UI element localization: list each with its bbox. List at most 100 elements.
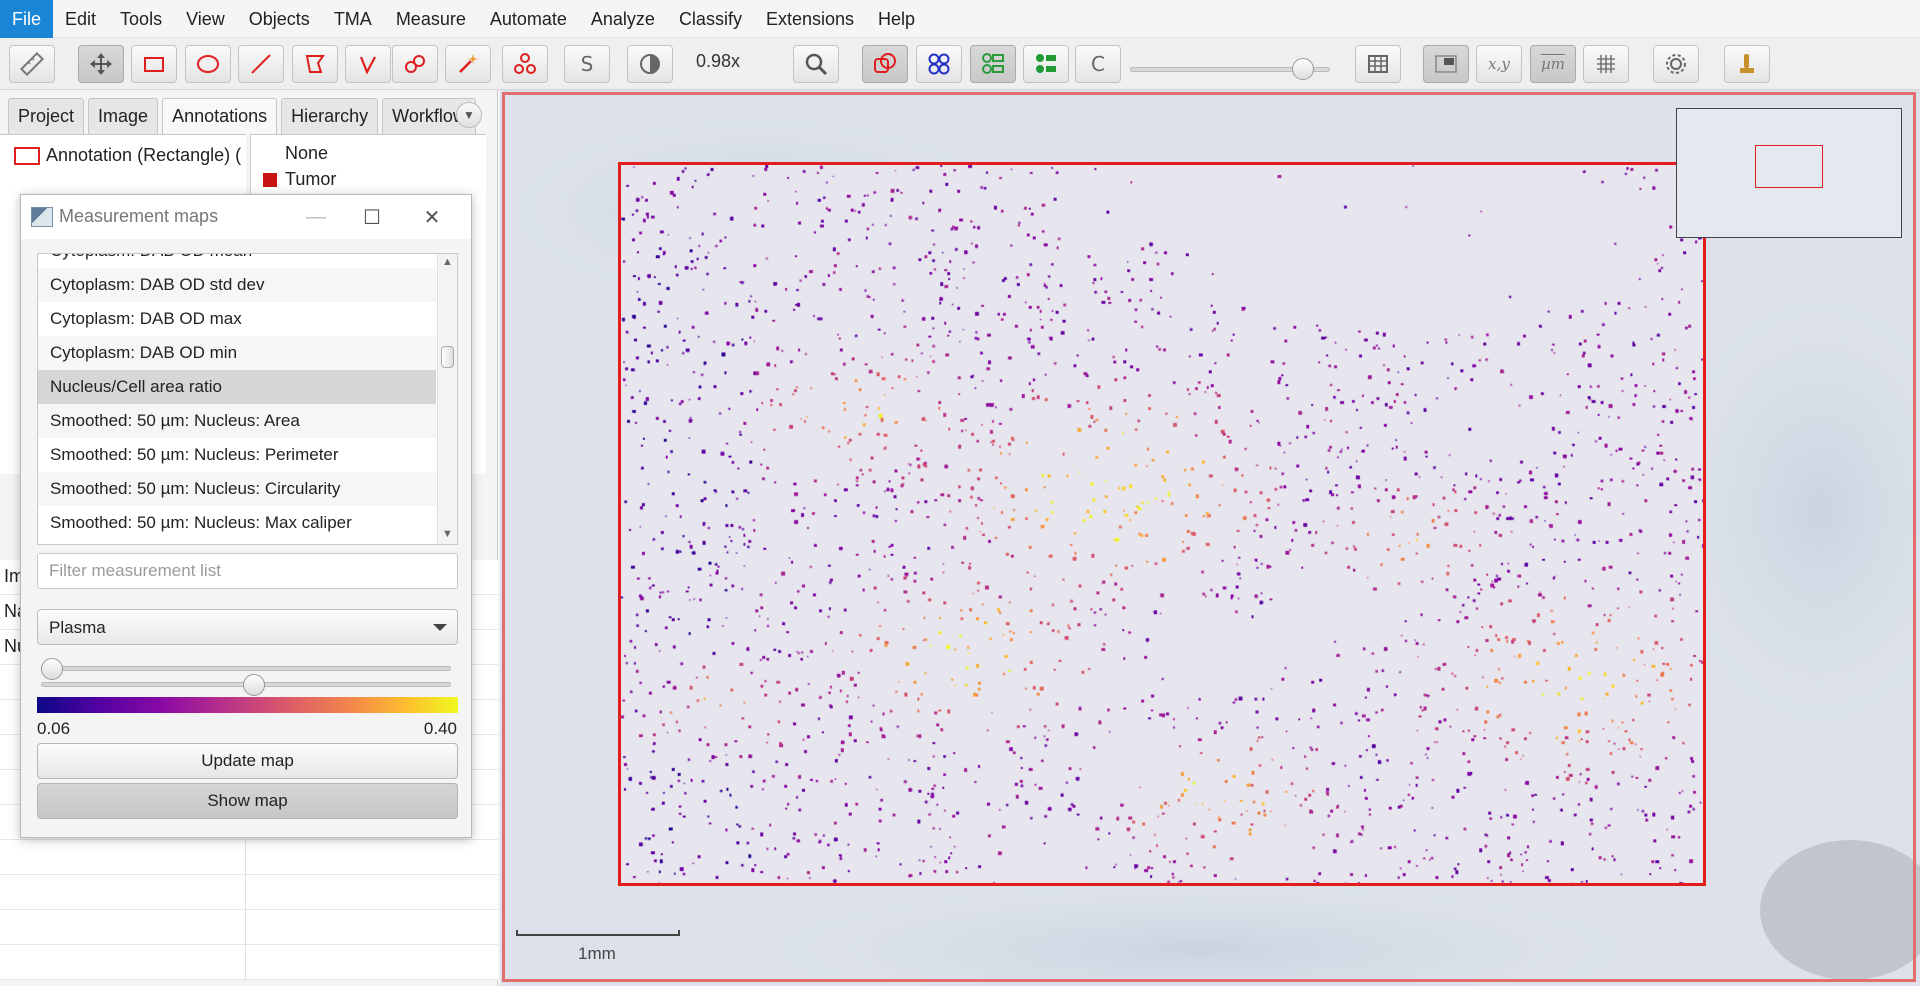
settings-button[interactable] <box>1653 45 1699 83</box>
zoom-level: 0.98x <box>696 51 741 71</box>
log-button[interactable] <box>1724 45 1770 83</box>
polyline-tool-button[interactable] <box>345 45 391 83</box>
scalebar-button[interactable]: µm <box>1530 45 1576 83</box>
list-item[interactable]: Smoothed: 50 µm: Nucleus: Max caliper <box>38 506 436 540</box>
table-row[interactable] <box>0 945 498 980</box>
update-map-button[interactable]: Update map <box>37 743 458 779</box>
list-item[interactable]: Smoothed: 50 µm: Nucleus: Circularity <box>38 472 436 506</box>
zoom-to-fit-button[interactable] <box>793 45 839 83</box>
wand-tool-button[interactable] <box>445 45 491 83</box>
show-connections-button[interactable]: C <box>1075 45 1121 83</box>
table-row[interactable] <box>0 875 498 910</box>
class-swatch <box>263 172 277 187</box>
minimize-button[interactable]: — <box>301 203 331 231</box>
tab-hierarchy[interactable]: Hierarchy <box>281 98 379 134</box>
scroll-up-icon[interactable]: ▲ <box>442 256 453 268</box>
class-item-none[interactable]: None <box>263 143 328 164</box>
tab-project[interactable]: Project <box>8 98 85 134</box>
grid-icon <box>1597 55 1615 73</box>
menu-tools[interactable]: Tools <box>108 0 174 38</box>
list-item-selected[interactable]: Nucleus/Cell area ratio <box>38 370 436 404</box>
max-value-slider[interactable] <box>41 673 451 697</box>
rectangle-tool-button[interactable] <box>131 45 177 83</box>
slider-thumb[interactable] <box>243 674 265 696</box>
list-item[interactable]: Smoothed: 50 µm: Nucleus: Perimeter <box>38 438 436 472</box>
fill-detections-button[interactable] <box>1023 45 1069 83</box>
menu-analyze[interactable]: Analyze <box>579 0 667 38</box>
opacity-slider[interactable] <box>1130 57 1332 83</box>
annotation-label: Annotation (Rectangle) ( <box>46 145 242 165</box>
ellipse-tool-button[interactable] <box>185 45 231 83</box>
tab-menu-button[interactable]: ▼ <box>456 102 482 128</box>
list-scrollbar[interactable]: ▲ ▼ <box>437 254 457 544</box>
menu-file[interactable]: File <box>0 0 54 38</box>
wand-icon <box>459 54 478 73</box>
menu-tma[interactable]: TMA <box>322 0 384 38</box>
annotation-rectangle[interactable] <box>618 162 1706 886</box>
viewport-indicator <box>1755 145 1823 188</box>
list-item[interactable]: Cytoplasm: DAB OD max <box>38 302 436 336</box>
tab-image[interactable]: Image <box>88 98 159 134</box>
annotation-list-item[interactable]: Annotation (Rectangle) ( <box>14 145 241 166</box>
menu-classify[interactable]: Classify <box>667 0 754 38</box>
chevron-down-icon <box>433 624 447 631</box>
menu-automate[interactable]: Automate <box>478 0 579 38</box>
ruler-button[interactable] <box>9 45 55 83</box>
rectangle-icon <box>144 57 164 72</box>
measurement-table-button[interactable] <box>1355 45 1401 83</box>
scalebar-label: 1mm <box>578 944 616 963</box>
maximize-icon: ☐ <box>363 206 381 229</box>
line-icon <box>251 54 271 74</box>
cursor-location-button[interactable]: x,y <box>1476 45 1522 83</box>
brush-tool-button[interactable] <box>392 45 438 83</box>
menu-edit[interactable]: Edit <box>53 0 108 38</box>
table-row[interactable] <box>0 910 498 945</box>
scrollbar-thumb[interactable] <box>441 346 454 368</box>
points-tool-button[interactable] <box>502 45 548 83</box>
menu-extensions[interactable]: Extensions <box>754 0 866 38</box>
tab-annotations[interactable]: Annotations <box>162 98 278 134</box>
scalebar-line <box>516 930 680 936</box>
class-item-tumor[interactable]: Tumor <box>263 169 336 190</box>
slider-track <box>41 666 451 671</box>
line-tool-button[interactable] <box>238 45 284 83</box>
brightness-contrast-button[interactable] <box>627 45 673 83</box>
minimize-icon: — <box>306 205 326 228</box>
show-annotations-button[interactable] <box>862 45 908 83</box>
measurement-list[interactable]: Cytoplasm: DAB OD mean Cytoplasm: DAB OD… <box>37 253 458 545</box>
filter-measurement-input[interactable] <box>37 553 458 589</box>
selection-mode-button[interactable]: S <box>564 45 610 83</box>
show-map-button[interactable]: Show map <box>37 783 458 819</box>
polygon-tool-button[interactable] <box>292 45 338 83</box>
show-detections-button[interactable] <box>970 45 1016 83</box>
slider-thumb[interactable] <box>1292 58 1314 80</box>
menu-objects[interactable]: Objects <box>237 0 322 38</box>
maximize-button[interactable]: ☐ <box>357 203 387 231</box>
measurement-table-icon <box>1368 55 1388 73</box>
overview-thumbnail[interactable] <box>1676 108 1902 238</box>
show-annotations-icon <box>874 53 896 73</box>
grid-button[interactable] <box>1583 45 1629 83</box>
list-item[interactable]: Cytoplasm: DAB OD std dev <box>38 268 436 302</box>
move-tool-button[interactable] <box>78 45 124 83</box>
show-tma-grid-button[interactable] <box>916 45 962 83</box>
colormap-value: Plasma <box>49 618 106 637</box>
table-row[interactable] <box>0 840 498 875</box>
overview-icon <box>1435 55 1457 73</box>
menu-measure[interactable]: Measure <box>384 0 478 38</box>
list-item[interactable]: Smoothed: 50 µm: Nucleus: Area <box>38 404 436 438</box>
scroll-down-icon[interactable]: ▼ <box>442 528 453 540</box>
rectangle-annotation-icon <box>14 146 40 165</box>
image-viewer[interactable]: 1mm <box>500 90 1920 986</box>
list-item[interactable]: Cytoplasm: DAB OD mean <box>38 254 436 268</box>
close-button[interactable]: ✕ <box>417 203 447 231</box>
app-icon <box>31 207 53 227</box>
chevron-down-icon: ▼ <box>463 108 475 122</box>
colormap-dropdown[interactable]: Plasma <box>37 609 458 645</box>
menu-help[interactable]: Help <box>866 0 927 38</box>
overview-button[interactable] <box>1423 45 1469 83</box>
dialog-titlebar[interactable]: Measurement maps — ☐ ✕ <box>21 195 471 239</box>
menu-view[interactable]: View <box>174 0 237 38</box>
polygon-icon <box>305 55 325 73</box>
list-item[interactable]: Cytoplasm: DAB OD min <box>38 336 436 370</box>
